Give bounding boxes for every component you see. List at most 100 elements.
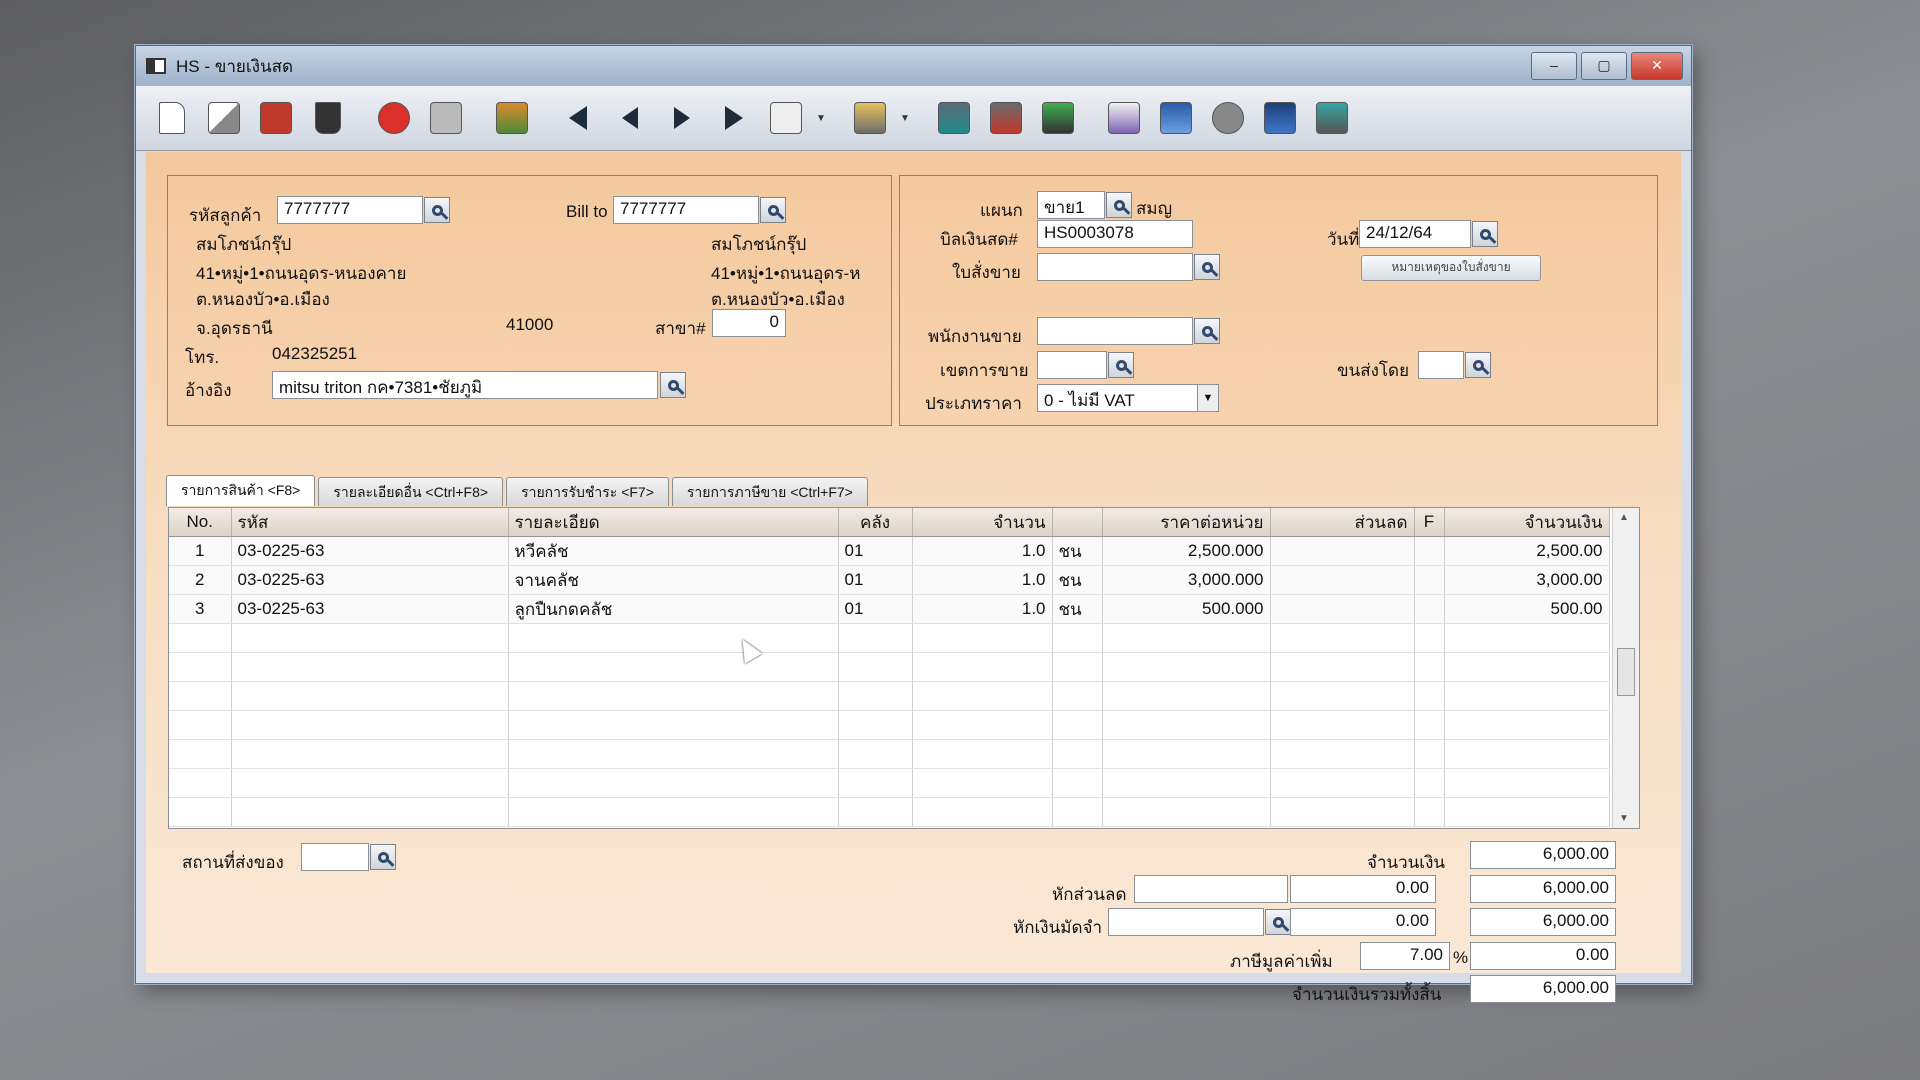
col-warehouse[interactable]: คลัง [838, 508, 913, 537]
items-grid[interactable]: No. รหัส รายละเอียด คลัง จำนวน ราคาต่อหน… [168, 507, 1640, 829]
ship-place-field[interactable] [301, 843, 369, 871]
branch-field[interactable]: 0 [712, 309, 786, 337]
new-button[interactable] [150, 96, 194, 140]
col-unit[interactable] [1052, 508, 1103, 537]
search-doc-button[interactable] [764, 96, 808, 140]
date-field[interactable]: 24/12/64 [1359, 220, 1471, 248]
cell-code[interactable]: 03-0225-63 [231, 536, 509, 566]
last-record-button[interactable] [712, 96, 756, 140]
date-picker-button[interactable] [1472, 221, 1498, 247]
reference-field[interactable]: mitsu triton กค•7381•ชัยภูมิ [272, 371, 658, 399]
grid-scrollbar[interactable]: ▲ ▼ [1612, 508, 1639, 828]
cell-discount[interactable] [1270, 594, 1415, 624]
books-button[interactable] [490, 96, 534, 140]
bill-to-field[interactable]: 7777777 [613, 196, 759, 224]
cell-flag[interactable] [1414, 565, 1445, 595]
order-field[interactable] [1037, 253, 1193, 281]
ship-by-search-button[interactable] [1465, 352, 1491, 378]
cell-unit-price[interactable]: 2,500.000 [1102, 536, 1271, 566]
save-button[interactable] [424, 96, 468, 140]
bill-no-field[interactable]: HS0003078 [1037, 220, 1193, 248]
discount-value[interactable]: 0.00 [1290, 875, 1436, 903]
print-dropdown-icon[interactable]: ▼ [900, 113, 910, 124]
discount-input[interactable] [1134, 875, 1288, 903]
col-qty[interactable]: จำนวน [912, 508, 1053, 537]
reference-search-button[interactable] [660, 372, 686, 398]
scroll-down-icon[interactable]: ▼ [1619, 813, 1629, 824]
cell-unit-price[interactable]: 3,000.000 [1102, 565, 1271, 595]
order-search-button[interactable] [1194, 254, 1220, 280]
tab-tax[interactable]: รายการภาษีขาย <Ctrl+F7> [671, 477, 868, 506]
rebill-button[interactable] [1102, 96, 1146, 140]
col-amount[interactable]: จำนวนเงิน [1444, 508, 1610, 537]
cell-amount[interactable]: 500.00 [1444, 594, 1610, 624]
cell-no[interactable]: 2 [169, 565, 232, 595]
dept-field[interactable]: ขาย1 [1037, 191, 1105, 219]
cell-warehouse[interactable]: 01 [838, 536, 913, 566]
cell-description[interactable]: หวีคลัช [508, 536, 839, 566]
tab-payments[interactable]: รายการรับชำระ <F7> [506, 477, 669, 506]
col-description[interactable]: รายละเอียด [508, 508, 839, 537]
close-button[interactable]: ✕ [1631, 52, 1683, 80]
empty-row[interactable] [169, 797, 1610, 827]
col-no[interactable]: No. [169, 508, 232, 537]
table-row[interactable]: 3 03-0225-63 ลูกปืนกดคลัช 01 1.0 ชน 500.… [169, 594, 1610, 624]
print-button[interactable] [848, 96, 892, 140]
col-code[interactable]: รหัส [231, 508, 509, 537]
cell-code[interactable]: 03-0225-63 [231, 565, 509, 595]
cell-unit[interactable]: ชน [1052, 594, 1103, 624]
cell-no[interactable]: 1 [169, 536, 232, 566]
report2-button[interactable] [984, 96, 1028, 140]
cell-amount[interactable]: 2,500.00 [1444, 536, 1610, 566]
cell-warehouse[interactable]: 01 [838, 565, 913, 595]
prev-record-button[interactable] [608, 96, 652, 140]
sales-field[interactable] [1037, 317, 1193, 345]
ok-button[interactable] [1258, 96, 1302, 140]
table-row[interactable]: 1 03-0225-63 หวีคลัช 01 1.0 ชน 2,500.000… [169, 536, 1610, 566]
cell-unit[interactable]: ชน [1052, 565, 1103, 595]
dept-search-button[interactable] [1106, 192, 1132, 218]
export-button[interactable] [1310, 96, 1354, 140]
price-type-select[interactable]: 0 - ไม่มี VAT ▼ [1037, 384, 1219, 412]
next-record-button[interactable] [660, 96, 704, 140]
order-note-button[interactable]: หมายเหตุของใบสั่งขาย [1361, 255, 1541, 281]
area-field[interactable] [1037, 351, 1107, 379]
cell-code[interactable]: 03-0225-63 [231, 594, 509, 624]
cell-unit[interactable]: ชน [1052, 536, 1103, 566]
ship-place-search-button[interactable] [370, 844, 396, 870]
cell-description[interactable]: จานคลัช [508, 565, 839, 595]
search-doc-dropdown-icon[interactable]: ▼ [816, 113, 826, 124]
scroll-up-icon[interactable]: ▲ [1619, 512, 1629, 523]
first-record-button[interactable] [556, 96, 600, 140]
report1-button[interactable] [932, 96, 976, 140]
empty-row[interactable] [169, 681, 1610, 711]
area-search-button[interactable] [1108, 352, 1134, 378]
cell-description[interactable]: ลูกปืนกดคลัช [508, 594, 839, 624]
empty-row[interactable] [169, 652, 1610, 682]
ok-down-button[interactable] [1154, 96, 1198, 140]
empty-row[interactable] [169, 739, 1610, 769]
scroll-thumb[interactable] [1617, 648, 1635, 696]
minimize-button[interactable]: – [1531, 52, 1577, 80]
empty-row[interactable] [169, 710, 1610, 740]
cell-amount[interactable]: 3,000.00 [1444, 565, 1610, 595]
cell-unit-price[interactable]: 500.000 [1102, 594, 1271, 624]
col-discount[interactable]: ส่วนลด [1270, 508, 1415, 537]
link-button[interactable] [1206, 96, 1250, 140]
maximize-button[interactable]: ▢ [1581, 52, 1627, 80]
customer-code-field[interactable]: 7777777 [277, 196, 423, 224]
cancel-button[interactable] [372, 96, 416, 140]
cell-flag[interactable] [1414, 594, 1445, 624]
deposit-value[interactable]: 0.00 [1290, 908, 1436, 936]
cell-qty[interactable]: 1.0 [912, 536, 1053, 566]
cell-qty[interactable]: 1.0 [912, 594, 1053, 624]
deposit-search-button[interactable] [1265, 909, 1291, 935]
vat-rate-field[interactable]: 7.00 [1360, 942, 1450, 970]
sv-button[interactable] [1036, 96, 1080, 140]
tab-details[interactable]: รายละเอียดอื่น <Ctrl+F8> [318, 477, 504, 506]
void-button[interactable] [254, 96, 298, 140]
edit-button[interactable] [202, 96, 246, 140]
ship-by-field[interactable] [1418, 351, 1464, 379]
delete-button[interactable] [306, 96, 350, 140]
empty-row[interactable] [169, 768, 1610, 798]
